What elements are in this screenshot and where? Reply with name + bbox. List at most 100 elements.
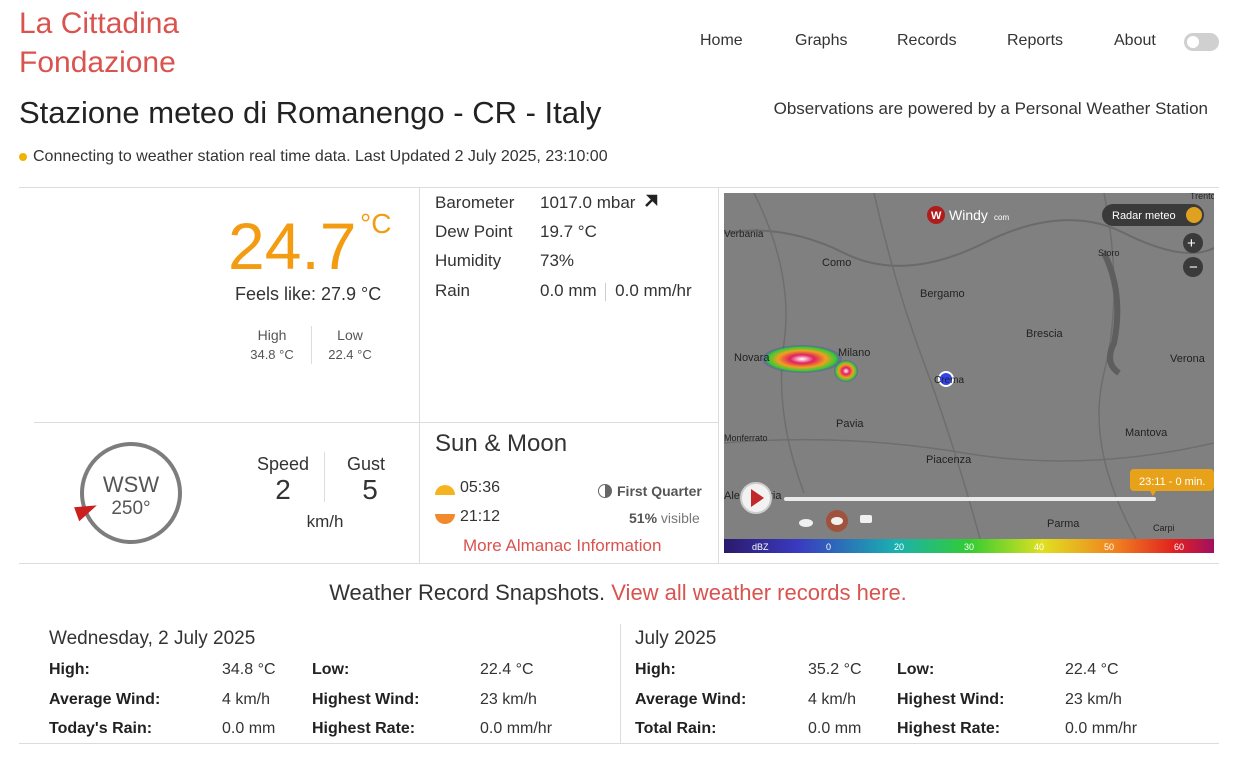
moon-phase-icon	[598, 484, 612, 498]
dewpoint-value: 19.7 °C	[540, 222, 597, 241]
records-heading: Weather Record Snapshots.	[329, 580, 606, 605]
play-button[interactable]	[740, 482, 772, 514]
radar-map[interactable]: Verbania Como Bergamo Storo Brescia Nova…	[724, 193, 1214, 553]
today-hiwind-label: Highest Wind:	[312, 691, 420, 708]
divider	[311, 326, 312, 364]
month-avgwind-value: 4 km/h	[808, 691, 857, 708]
today-avgwind-value: 4 km/h	[222, 691, 271, 708]
nav-records[interactable]: Records	[897, 32, 957, 50]
scale-tick: 40	[1034, 542, 1044, 552]
map-city: Bergamo	[920, 288, 965, 300]
today-avgwind-label: Average Wind:	[49, 691, 161, 708]
map-canvas: Verbania Como Bergamo Storo Brescia Nova…	[724, 193, 1214, 553]
moon-visible-text: visible	[660, 510, 700, 526]
site-logo[interactable]: La Cittadina Fondazione	[19, 4, 179, 82]
timeline-time: 23:11 - 0 min.	[1139, 476, 1205, 488]
barometer-label: Barometer	[435, 193, 515, 212]
almanac-link[interactable]: More Almanac Information	[463, 536, 661, 556]
scale-unit: dBZ	[752, 542, 769, 552]
records-title: Weather Record Snapshots. View all weath…	[0, 580, 1236, 606]
rain-rate: 0.0 mm/hr	[615, 281, 692, 300]
divider	[620, 624, 621, 744]
moon-phase-label: First Quarter	[617, 483, 702, 499]
theme-toggle[interactable]	[1184, 33, 1219, 51]
map-city: Verbania	[724, 229, 764, 240]
sunrise-time: 05:36	[460, 479, 501, 496]
month-avgwind-label: Average Wind:	[635, 691, 747, 708]
wind-gust-label: Gust	[346, 454, 385, 474]
month-high-label: High:	[635, 661, 676, 678]
month-low-value: 22.4 °C	[1065, 661, 1119, 678]
feels-like: Feels like: 27.9 °C	[235, 284, 382, 304]
scale-tick: 0	[826, 542, 831, 552]
moon-phase: First Quarter	[598, 483, 702, 499]
page-title: Stazione meteo di Romanengo - CR - Italy	[19, 95, 602, 130]
today-rate-label: Highest Rate:	[312, 720, 416, 737]
wind-gust-value: 5	[362, 474, 378, 505]
today-rain-label: Today's Rain:	[49, 720, 153, 737]
radar-layer-label: Radar meteo	[1112, 210, 1176, 222]
status-bar: Connecting to weather station real time …	[19, 148, 608, 166]
map-city: Como	[822, 257, 851, 269]
scale-tick: 30	[964, 542, 974, 552]
sunset-time: 21:12	[460, 508, 501, 525]
status-text: Connecting to weather station real time …	[33, 148, 608, 165]
map-city: Brescia	[1026, 328, 1064, 340]
map-city: Verona	[1170, 353, 1206, 365]
map-city: Piacenza	[926, 454, 972, 466]
map-city: Parma	[1047, 518, 1080, 530]
brand-line-2: Fondazione	[19, 46, 176, 79]
today-high-value: 34.8 °C	[222, 661, 276, 678]
rain-total: 0.0 mm	[540, 281, 597, 300]
wind-speed-label: Speed	[256, 454, 310, 474]
scale-tick: 20	[894, 542, 904, 552]
moon-visibility: 51% visible	[629, 510, 700, 526]
radar-layer-button[interactable]: Radar meteo	[1102, 204, 1204, 226]
scale-tick: 60	[1174, 542, 1184, 552]
windy-logo-suffix: com	[994, 213, 1009, 222]
wind-speed-value: 2	[275, 474, 291, 505]
view-records-link[interactable]: View all weather records here.	[611, 580, 907, 605]
zoom-in-button[interactable]: +	[1183, 233, 1203, 253]
divider	[605, 282, 607, 301]
map-city: Trento	[1190, 193, 1214, 201]
high-label: High	[257, 327, 287, 343]
arrow-up-right-icon	[644, 193, 658, 213]
divider	[419, 187, 420, 563]
today-heading: Wednesday, 2 July 2025	[49, 628, 256, 649]
nav-home[interactable]: Home	[700, 32, 743, 50]
today-low-value: 22.4 °C	[480, 661, 534, 678]
svg-text:−: −	[1189, 259, 1198, 276]
moon-visible-percent: 51%	[629, 510, 658, 526]
brand-line-1: La Cittadina	[19, 7, 180, 40]
current-temperature: 24.7	[228, 209, 357, 283]
timeline-slider[interactable]	[784, 497, 1156, 501]
divider	[718, 187, 719, 563]
nav-reports[interactable]: Reports	[1007, 32, 1063, 50]
humidity-value: 73%	[540, 251, 575, 270]
status-dot-icon	[19, 153, 27, 161]
scale-tick: 50	[1104, 542, 1114, 552]
sunset-icon	[435, 514, 455, 524]
map-city: Monferrato	[724, 433, 768, 443]
month-rate-value: 0.0 mm/hr	[1065, 720, 1138, 737]
barometer-reading: 1017.0 mbar	[540, 193, 636, 212]
month-hiwind-label: Highest Wind:	[897, 691, 1005, 708]
month-rate-label: Highest Rate:	[897, 720, 1001, 737]
sun-moon-title: Sun & Moon	[435, 430, 568, 457]
map-city: Crema	[934, 375, 964, 386]
today-rate-value: 0.0 mm/hr	[480, 720, 553, 737]
map-city: Carpi	[1153, 523, 1175, 533]
high-value: 34.8 °C	[250, 347, 294, 362]
dewpoint-label: Dew Point	[435, 222, 513, 241]
nav-graphs[interactable]: Graphs	[795, 32, 847, 50]
wind-direction: WSW	[102, 472, 160, 497]
divider	[324, 452, 325, 502]
today-rain-value: 0.0 mm	[222, 720, 276, 737]
divider	[34, 422, 718, 423]
map-city: Mantova	[1125, 427, 1168, 439]
month-low-label: Low:	[897, 661, 935, 678]
low-label: Low	[337, 327, 363, 343]
nav-about[interactable]: About	[1114, 32, 1156, 50]
zoom-out-button[interactable]: −	[1183, 257, 1203, 277]
